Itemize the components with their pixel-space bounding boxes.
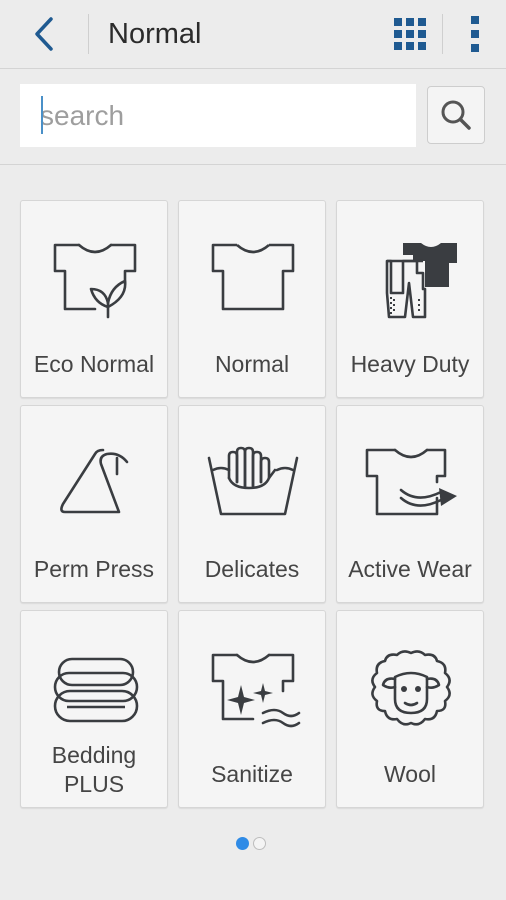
cycle-label: Delicates <box>204 556 300 582</box>
grid-view-button[interactable] <box>388 14 432 54</box>
page-dot[interactable] <box>253 837 266 850</box>
cycle-eco-normal[interactable]: Eco Normal <box>20 200 168 398</box>
shirt-arrow-icon <box>365 448 457 516</box>
bedding-icon <box>53 657 139 723</box>
page-indicator <box>236 837 266 850</box>
more-vert-icon <box>471 16 479 52</box>
cycle-label: Normal <box>214 351 290 377</box>
cycle-label: Perm Press <box>33 556 155 582</box>
heavy-clothes-icon <box>385 243 457 319</box>
cycle-wool[interactable]: Wool <box>336 610 484 808</box>
shirt-icon <box>211 243 295 311</box>
search-icon <box>441 100 471 130</box>
cycle-bedding-plus[interactable]: Bedding PLUS <box>20 610 168 808</box>
cycle-normal[interactable]: Normal <box>178 200 326 398</box>
hand-wash-icon <box>207 446 299 516</box>
divider <box>442 14 443 54</box>
shirt-leaf-icon <box>53 243 137 319</box>
sheep-icon <box>371 650 451 726</box>
top-bar: Normal <box>0 0 506 69</box>
grid-icon <box>394 18 426 50</box>
back-button[interactable] <box>22 12 66 56</box>
cycle-delicates[interactable]: Delicates <box>178 405 326 603</box>
cycle-active-wear[interactable]: Active Wear <box>336 405 484 603</box>
hanger-icon <box>60 448 129 514</box>
page-dot-active[interactable] <box>236 837 249 850</box>
cycle-perm-press[interactable]: Perm Press <box>20 405 168 603</box>
cycle-label: Eco Normal <box>33 351 155 377</box>
divider <box>88 14 89 54</box>
more-options-button[interactable] <box>458 12 492 56</box>
page-title: Normal <box>108 18 202 50</box>
cycle-sanitize[interactable]: Sanitize <box>178 610 326 808</box>
cycle-label: Bedding PLUS <box>51 742 137 797</box>
text-cursor <box>41 96 43 134</box>
search-button[interactable] <box>427 86 485 144</box>
search-input[interactable] <box>20 84 416 147</box>
cycle-label: Active Wear <box>348 556 472 582</box>
chevron-left-icon <box>35 17 53 51</box>
search-bar <box>0 69 506 165</box>
cycle-heavy-duty[interactable]: Heavy Duty <box>336 200 484 398</box>
cycle-label: Heavy Duty <box>350 351 470 377</box>
shirt-sparkle-icon <box>211 653 301 728</box>
cycle-label: Wool <box>384 761 436 787</box>
cycle-label: Sanitize <box>211 761 293 787</box>
